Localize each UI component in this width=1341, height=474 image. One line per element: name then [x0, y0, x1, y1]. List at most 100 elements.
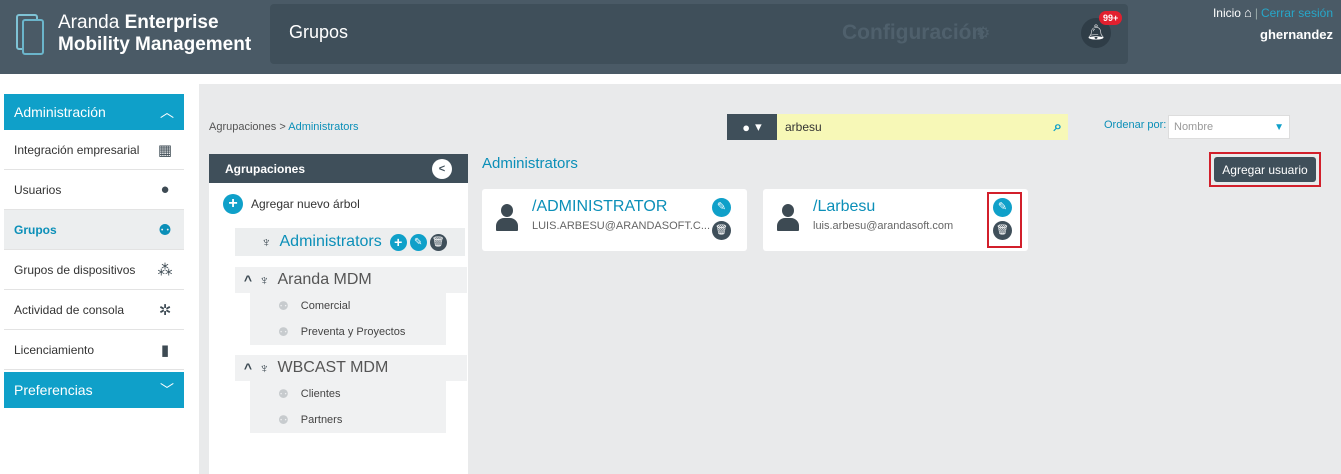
edit-icon[interactable]: ✎ — [409, 233, 427, 251]
tree-child-label: Partners — [300, 414, 343, 426]
main-panel: Agrupaciones > Administrators ● ▾ ⌕ Orde… — [199, 84, 1341, 474]
user-card[interactable]: /Larbesu luis.arbesu@arandasoft.com ✎ 🗑︎ — [763, 189, 1028, 251]
brand-name: Aranda Enterprise Mobility Management — [58, 12, 251, 56]
tree-node-group[interactable]: ^ ♆ Aranda MDM — [235, 267, 467, 293]
plus-icon: + — [223, 194, 243, 214]
top-links: Inicio ⌂ | Cerrar sesión — [1213, 5, 1333, 20]
trash-icon[interactable]: 🗑︎ — [712, 221, 731, 240]
building-icon: ▦ — [157, 141, 173, 159]
notification-badge: 99+ — [1099, 11, 1123, 25]
user-email: LUIS.ARBESU@ARANDASOFT.C... — [532, 220, 711, 232]
brand-light: Aranda — [58, 12, 120, 33]
user-card-actions: ✎ 🗑︎ — [712, 198, 731, 240]
username: ghernandez — [1260, 27, 1333, 42]
brand-bold-1: Enterprise — [124, 12, 219, 33]
users-group-icon: ⚉ — [278, 387, 289, 401]
sidebar-item-label: Usuarios — [14, 182, 62, 197]
device-groups-icon: ⁂ — [157, 261, 173, 279]
add-user-button[interactable]: Agregar usuario — [1214, 157, 1316, 182]
add-tree-label: Agregar nuevo árbol — [251, 197, 360, 211]
hierarchy-icon: ♆ — [259, 360, 270, 376]
config-link[interactable]: Configuración — [842, 21, 984, 45]
chevron-up-icon[interactable]: ^ — [237, 360, 259, 376]
logout-link[interactable]: Cerrar sesión — [1261, 6, 1333, 20]
users-group-icon: ⚉ — [278, 299, 289, 313]
user-avatar-icon — [496, 204, 518, 232]
caret-down-icon: ▾ — [755, 119, 762, 134]
sort-selected-value: Nombre — [1174, 121, 1214, 133]
user-card[interactable]: /ADMINISTRATOR LUIS.ARBESU@ARANDASOFT.C.… — [482, 189, 747, 251]
users-group-icon: ⚉ — [278, 413, 289, 427]
search-icon[interactable]: ⌕ — [1054, 118, 1062, 135]
brand-logo-icon — [14, 12, 46, 56]
chevron-down-icon: ﹀ — [160, 382, 174, 398]
user-name[interactable]: /ADMINISTRATOR — [532, 198, 667, 216]
trash-icon[interactable]: 🗑︎ — [429, 233, 447, 251]
search-input[interactable] — [777, 114, 1068, 140]
sidebar-item-label: Licenciamiento — [14, 342, 95, 357]
gear-icon[interactable]: ⚙ — [976, 23, 990, 43]
sidebar-item-label: Grupos de dispositivos — [14, 262, 136, 277]
add-tree-button[interactable]: + Agregar nuevo árbol — [223, 194, 360, 214]
sidebar-item-grupos[interactable]: Grupos ⚉ — [4, 210, 184, 250]
sidebar-item-actividad[interactable]: Actividad de consola ✲ — [4, 290, 184, 330]
caret-down-icon: ▼ — [1274, 121, 1284, 133]
breadcrumb-separator: > — [279, 121, 286, 133]
tree-header: Agrupaciones < — [209, 154, 468, 183]
search-box: ● ▾ ⌕ — [727, 114, 1068, 140]
tree-child-label: Preventa y Proyectos — [300, 326, 406, 338]
title-bar: Grupos Configuración ⚙ 🔔︎ 99+ — [270, 4, 1128, 64]
search-type-dropdown[interactable]: ● ▾ — [727, 114, 777, 140]
license-book-icon: ▮ — [160, 341, 170, 359]
chevron-up-icon[interactable]: ^ — [237, 272, 259, 288]
breadcrumb: Agrupaciones > Administrators — [209, 121, 359, 133]
sidebar-item-label: Integración empresarial — [14, 142, 140, 157]
collapse-panel-icon[interactable]: < — [432, 158, 452, 179]
home-link[interactable]: Inicio — [1213, 6, 1241, 20]
sidebar-section-admin[interactable]: Administración ︿ — [4, 94, 184, 130]
tree-child-label: Clientes — [300, 388, 341, 400]
sidebar-item-grupos-dispositivos[interactable]: Grupos de dispositivos ⁂ — [4, 250, 184, 290]
sort-label: Ordenar por: — [1104, 119, 1167, 131]
hierarchy-icon: ♆ — [259, 272, 270, 288]
breadcrumb-current: Administrators — [288, 121, 359, 133]
tree-node-actions: + ✎ 🗑︎ — [389, 233, 447, 251]
sidebar-item-integracion[interactable]: Integración empresarial ▦ — [4, 130, 184, 170]
tree-header-label: Agrupaciones — [225, 161, 306, 176]
brand[interactable]: Aranda Enterprise Mobility Management — [14, 12, 251, 56]
users-group-icon: ⚉ — [278, 325, 289, 339]
tree-child-node[interactable]: ⚉ Partners — [250, 407, 446, 433]
tree-child-node[interactable]: ⚉ Preventa y Proyectos — [250, 319, 446, 345]
tree-node-group[interactable]: ^ ♆ WBCAST MDM — [235, 355, 467, 381]
sidebar-item-label: Actividad de consola — [14, 302, 125, 317]
sidebar-section-label: Administración — [14, 104, 106, 120]
tree-child-node[interactable]: ⚉ Clientes — [250, 381, 446, 407]
tree-node-administrators[interactable]: ♆ Administrators + ✎ 🗑︎ — [235, 228, 465, 256]
add-icon[interactable]: + — [389, 233, 407, 251]
user-name[interactable]: /Larbesu — [813, 198, 875, 216]
highlight-box — [987, 192, 1022, 248]
sidebar-item-label: Grupos — [14, 222, 57, 237]
tree-node-label: Aranda MDM — [277, 271, 372, 288]
tree-child-label: Comercial — [300, 300, 351, 312]
tree-child-node[interactable]: ⚉ Comercial — [250, 293, 446, 319]
page-title: Grupos — [289, 22, 349, 42]
chevron-up-icon: ︿ — [160, 104, 174, 120]
sidebar: Administración ︿ Integración empresarial… — [4, 94, 184, 408]
user-icon: ● — [160, 181, 170, 198]
edit-icon[interactable]: ✎ — [712, 198, 731, 217]
home-icon[interactable]: ⌂ — [1244, 5, 1252, 20]
network-activity-icon: ✲ — [158, 301, 172, 319]
sidebar-section-label: Preferencias — [14, 382, 93, 398]
tree-node-label: Administrators — [279, 233, 382, 250]
sidebar-item-licenciamiento[interactable]: Licenciamiento ▮ — [4, 330, 184, 370]
user-email: luis.arbesu@arandasoft.com — [813, 220, 954, 232]
sidebar-section-preferences[interactable]: Preferencias ﹀ — [4, 372, 184, 408]
sort-select[interactable]: Nombre ▼ — [1168, 115, 1290, 139]
content-title: Administrators — [482, 155, 578, 172]
sidebar-item-usuarios[interactable]: Usuarios ● — [4, 170, 184, 210]
app-header: Aranda Enterprise Mobility Management Gr… — [0, 0, 1341, 74]
hierarchy-icon: ♆ — [261, 234, 272, 250]
breadcrumb-root[interactable]: Agrupaciones — [209, 121, 276, 133]
brand-bold-2: Mobility Management — [58, 34, 252, 55]
